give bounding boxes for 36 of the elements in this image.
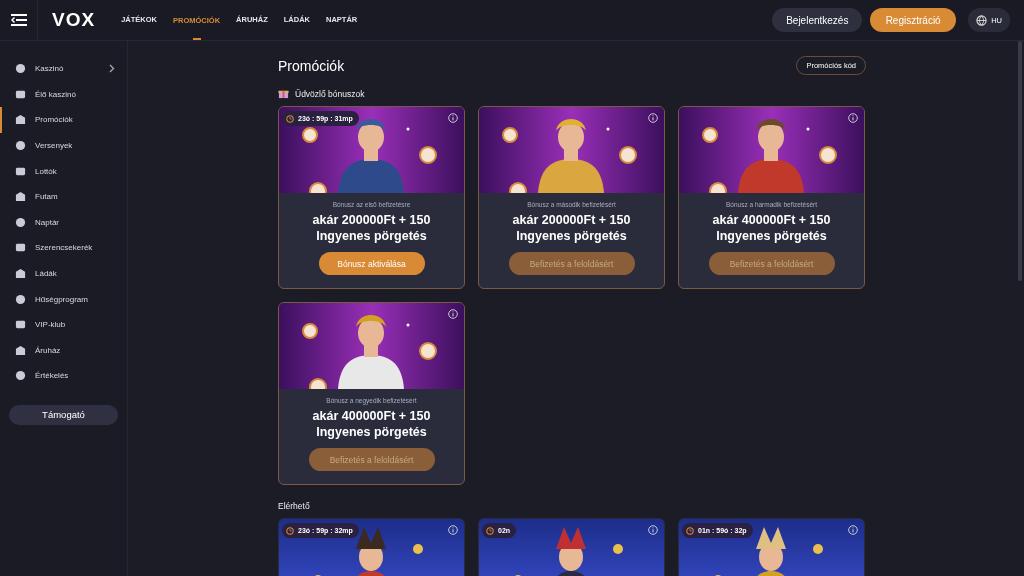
clock-icon [686,526,694,535]
scrollbar[interactable] [1018,41,1022,281]
info-icon[interactable] [448,309,458,319]
sidebar-item[interactable]: Versenyek [0,132,127,159]
clock-icon [486,526,494,535]
card-title: akár 200000Ft + 150 Ingyenes pörgetés [511,212,632,244]
info-icon[interactable] [448,525,458,535]
clock-icon [286,114,294,123]
info-icon[interactable] [848,525,858,535]
sidebar-item[interactable]: Áruház [0,337,127,364]
logo[interactable]: VOX [52,9,96,31]
card-title: akár 400000Ft + 150 Ingyenes pörgetés [311,408,432,440]
sidebar-item[interactable]: Promóciók [0,107,127,133]
sidebar-item[interactable]: Hűségprogram [0,286,127,312]
info-icon[interactable] [448,113,458,123]
sidebar-item[interactable]: Futam [0,183,127,210]
sidebar-item[interactable]: Élő kaszinó [0,81,127,108]
card-title: akár 400000Ft + 150 Ingyenes pörgetés [711,212,832,244]
support-button[interactable]: Támogató [9,404,118,425]
card-title: akár 200000Ft + 150 Ingyenes pörgetés [311,212,432,244]
sidebar-item[interactable]: Szerencsekerék [0,235,127,261]
login-button[interactable]: Bejelentkezés [772,8,863,32]
section-title: Üdvözlő bónuszok [295,88,365,99]
sidebar-item[interactable]: VIP-klub [0,311,127,338]
info-icon[interactable] [848,113,858,123]
info-icon[interactable] [648,113,658,123]
sidebar-item[interactable]: Naptár [0,209,127,236]
globe-icon [976,14,988,26]
sidebar-item[interactable]: Ládák [0,260,127,287]
clock-icon [286,526,294,535]
sidebar-item[interactable]: Lottók [0,158,127,184]
sidebar-item[interactable]: Értékelés [0,363,127,389]
section-title: Elérhető [278,501,310,511]
info-icon[interactable] [648,525,658,535]
page-title: Promóciók [278,57,345,74]
sidebar-item[interactable]: Kaszinó [0,56,127,82]
